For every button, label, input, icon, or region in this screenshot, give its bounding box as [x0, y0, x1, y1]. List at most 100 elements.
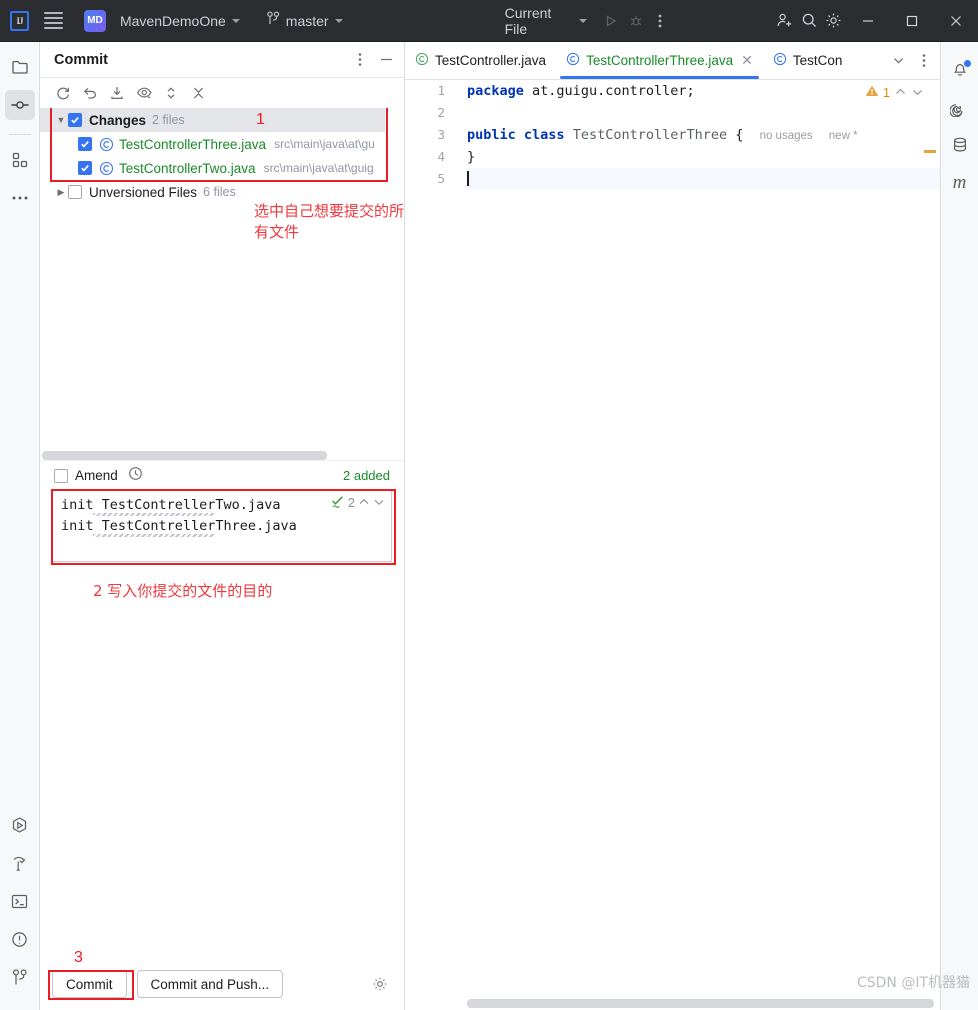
- close-icon[interactable]: [934, 0, 978, 42]
- marker-stripe[interactable]: [924, 150, 936, 153]
- tree-group-changes[interactable]: ▼ Changes 2 files: [40, 108, 385, 132]
- maximize-icon[interactable]: [890, 0, 934, 42]
- chevron-right-icon[interactable]: ▶: [54, 187, 68, 198]
- changes-group-label: Changes: [89, 112, 147, 128]
- chevron-down-icon[interactable]: [911, 86, 924, 100]
- editor-tab-testcontrollerthree[interactable]: TestControllerThree.java ✕: [556, 42, 763, 79]
- expand-collapse-icon[interactable]: [160, 82, 182, 104]
- hamburger-menu-icon[interactable]: [41, 8, 66, 34]
- editor-tab-label: TestCon: [792, 53, 843, 68]
- editor-tab-testcontroller[interactable]: TestController.java: [405, 42, 556, 79]
- open-brace: {: [735, 127, 744, 143]
- file-checkbox[interactable]: [78, 161, 92, 175]
- file-checkbox[interactable]: [78, 137, 92, 151]
- unversioned-group-label: Unversioned Files: [89, 184, 198, 200]
- editor-tab-testcon[interactable]: TestCon: [763, 42, 853, 79]
- more-vertical-icon[interactable]: [648, 8, 673, 34]
- gear-icon[interactable]: [821, 8, 846, 34]
- minimize-icon[interactable]: [846, 0, 890, 42]
- commit-toolbar: [40, 78, 404, 108]
- ai-assistant-icon[interactable]: [945, 92, 975, 122]
- tree-horizontal-scrollbar[interactable]: [42, 451, 327, 460]
- chevron-up-icon[interactable]: [894, 86, 907, 100]
- commit-message-input[interactable]: init TestContrellerTwo.java init TestCon…: [51, 489, 396, 565]
- terminal-tool-icon[interactable]: [5, 886, 35, 916]
- rollback-icon[interactable]: [79, 82, 101, 104]
- problems-tool-icon[interactable]: [5, 924, 35, 954]
- collapse-all-icon[interactable]: [187, 82, 209, 104]
- left-tool-rail: [0, 42, 40, 1010]
- build-tool-icon[interactable]: [5, 848, 35, 878]
- chevron-down-icon[interactable]: ▼: [54, 115, 68, 125]
- commit-tool-icon[interactable]: [4, 90, 35, 120]
- commit-message-actions: 2: [331, 495, 385, 511]
- annotation-note-2: 2 写入你提交的文件的目的: [93, 582, 273, 600]
- editor-horizontal-scrollbar[interactable]: [467, 999, 934, 1008]
- refresh-icon[interactable]: [52, 82, 74, 104]
- run-icon[interactable]: [599, 8, 624, 34]
- intellij-logo-icon: IJ: [10, 10, 30, 31]
- maven-icon[interactable]: m: [945, 168, 975, 198]
- spellcheck-squiggle: [93, 534, 215, 537]
- history-clock-icon[interactable]: [128, 466, 143, 486]
- package-name: at.guigu.controller;: [532, 83, 695, 99]
- commit-panel-header: Commit: [40, 42, 404, 78]
- show-diff-icon[interactable]: [133, 82, 155, 104]
- java-class-icon: [99, 161, 114, 176]
- options-icon[interactable]: [348, 48, 372, 72]
- code-editor[interactable]: 1 2 3 4 5 package at.guigu.controller; p…: [405, 80, 940, 1010]
- line-number-gutter: 1 2 3 4 5: [405, 80, 455, 1010]
- amend-label: Amend: [75, 468, 118, 483]
- commit-and-push-button[interactable]: Commit and Push...: [136, 970, 284, 998]
- editor-tab-label: TestController.java: [435, 53, 547, 68]
- line-number: 4: [437, 149, 445, 164]
- line-number: 3: [437, 127, 445, 142]
- tab-options-icon[interactable]: [912, 49, 936, 73]
- chevron-down-icon: [334, 18, 343, 23]
- new-hint[interactable]: new *: [829, 130, 858, 142]
- run-configuration-selector[interactable]: Current File: [499, 2, 593, 40]
- java-class-modified-icon: [415, 52, 429, 69]
- ide-window: IJ MD MavenDemoOne master Current File m…: [0, 0, 978, 1010]
- line-number: 5: [437, 171, 445, 186]
- tree-file-row[interactable]: TestControllerThree.java src\main\java\a…: [40, 132, 385, 156]
- tab-list-chevron-icon[interactable]: [886, 49, 910, 73]
- git-branch-icon: [266, 10, 280, 31]
- keyword-package: package: [467, 83, 524, 99]
- commit-button[interactable]: Commit: [52, 970, 127, 998]
- hide-icon[interactable]: [374, 48, 398, 72]
- commit-tool-window: Commit ▼ Changes 2 files TestControllerT…: [40, 42, 405, 1010]
- debug-icon[interactable]: [623, 8, 648, 34]
- file-path: src\main\java\at\gu: [274, 137, 375, 151]
- code-line-3: public class TestControllerThree { no us…: [467, 124, 940, 146]
- search-icon[interactable]: [797, 8, 822, 34]
- project-badge: MD: [83, 9, 106, 32]
- database-icon[interactable]: [945, 130, 975, 160]
- git-tool-icon[interactable]: [5, 962, 35, 992]
- tree-file-row[interactable]: TestControllerTwo.java src\main\java\at\…: [40, 156, 385, 180]
- usages-hint[interactable]: no usages: [760, 130, 813, 142]
- project-tool-icon[interactable]: [5, 52, 35, 82]
- chevron-up-icon[interactable]: [358, 496, 370, 510]
- amend-checkbox[interactable]: [54, 468, 68, 483]
- chevron-down-icon[interactable]: [373, 496, 385, 510]
- notifications-icon[interactable]: [945, 54, 975, 84]
- changes-group-checkbox[interactable]: [68, 113, 82, 127]
- gear-icon[interactable]: [368, 972, 392, 996]
- more-tools-icon[interactable]: [5, 183, 35, 213]
- close-icon[interactable]: ✕: [741, 52, 753, 69]
- add-user-icon[interactable]: [772, 8, 797, 34]
- commit-panel-header-actions: [348, 48, 398, 72]
- update-project-icon[interactable]: [106, 82, 128, 104]
- structure-tool-icon[interactable]: [5, 145, 35, 175]
- run-config-label: Current File: [504, 4, 552, 37]
- inspection-widget[interactable]: 1: [865, 84, 924, 101]
- editor-area: TestController.java TestControllerThree.…: [405, 42, 940, 1010]
- run-tool-icon[interactable]: [5, 810, 35, 840]
- window-controls: [846, 0, 978, 42]
- annotation-marker-3: 3: [74, 949, 83, 966]
- annotation-marker-1: 1: [256, 111, 265, 128]
- unversioned-group-checkbox[interactable]: [68, 185, 82, 199]
- branch-selector[interactable]: master: [260, 8, 349, 34]
- project-selector[interactable]: MD MavenDemoOne: [78, 7, 246, 35]
